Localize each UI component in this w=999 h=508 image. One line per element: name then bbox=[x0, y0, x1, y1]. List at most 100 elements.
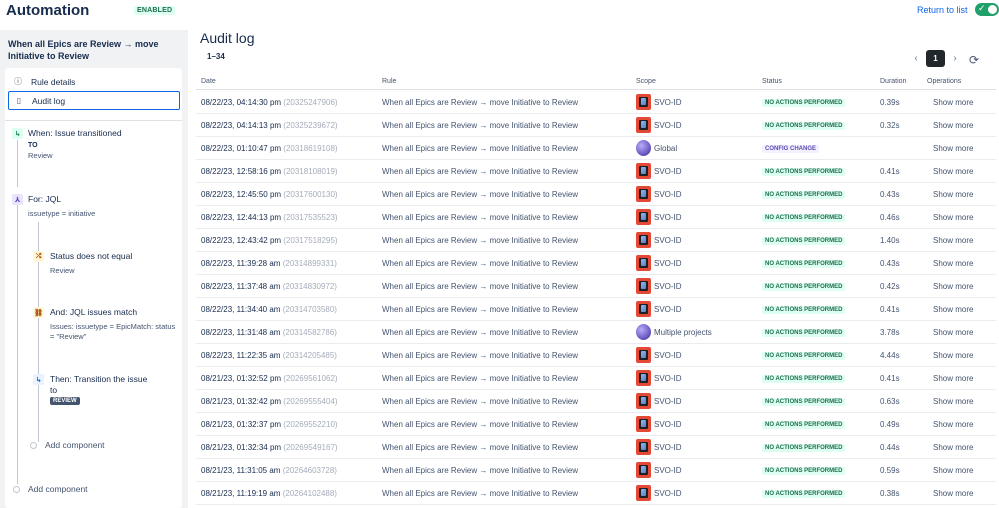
chevron-left-icon[interactable]: ‹ bbox=[910, 53, 922, 64]
nav-audit-log-label: Audit log bbox=[32, 95, 66, 106]
row-execution-id: (20317600130) bbox=[283, 190, 338, 199]
row-scope: SVO-ID bbox=[636, 370, 682, 386]
connector-line bbox=[17, 140, 18, 187]
project-avatar-icon bbox=[636, 301, 651, 317]
column-scope: Scope bbox=[636, 78, 656, 85]
show-more-link[interactable]: Show more bbox=[933, 236, 973, 245]
row-scope-label: SVO-ID bbox=[654, 235, 682, 245]
row-date: 08/22/23, 04:14:13 pm (20325239672) bbox=[201, 121, 338, 130]
rule-enabled-toggle[interactable]: ✓ bbox=[975, 3, 999, 16]
column-duration: Duration bbox=[880, 78, 907, 85]
pagination: ‹ 1 › bbox=[910, 50, 961, 67]
show-more-link[interactable]: Show more bbox=[933, 121, 973, 130]
row-status: NO ACTIONS PERFORMED bbox=[762, 327, 846, 337]
row-execution-id: (20314703580) bbox=[282, 305, 337, 314]
row-rule: When all Epics are Review → move Initiat… bbox=[382, 144, 579, 153]
row-scope: SVO-ID bbox=[636, 485, 682, 501]
row-status: NO ACTIONS PERFORMED bbox=[762, 281, 846, 291]
row-duration: 0.46s bbox=[880, 213, 900, 222]
row-date: 08/21/23, 01:32:34 pm (20269549167) bbox=[201, 443, 338, 452]
transition-icon: ↳ bbox=[12, 128, 23, 139]
main-content: Audit log 1–34 ‹ 1 › ⟳ Date Rule Scope S… bbox=[196, 30, 996, 508]
status-lozenge: NO ACTIONS PERFORMED bbox=[762, 283, 846, 291]
row-scope: SVO-ID bbox=[636, 347, 682, 363]
add-dot-icon bbox=[30, 442, 37, 449]
project-avatar-icon bbox=[636, 94, 651, 110]
row-execution-id: (20314899331) bbox=[282, 259, 337, 268]
row-status: NO ACTIONS PERFORMED bbox=[762, 258, 846, 268]
show-more-link[interactable]: Show more bbox=[933, 397, 973, 406]
show-more-link[interactable]: Show more bbox=[933, 305, 973, 314]
status-lozenge: NO ACTIONS PERFORMED bbox=[762, 168, 846, 176]
row-date: 08/22/23, 12:44:13 pm (20317535523) bbox=[201, 213, 338, 222]
row-date: 08/21/23, 01:32:42 pm (20269555404) bbox=[201, 397, 338, 406]
show-more-link[interactable]: Show more bbox=[933, 213, 973, 222]
show-more-link[interactable]: Show more bbox=[933, 328, 973, 337]
show-more-link[interactable]: Show more bbox=[933, 167, 973, 176]
info-icon: ⓘ bbox=[14, 77, 22, 86]
table-row: 08/21/23, 01:32:37 pm (20269552210) When … bbox=[196, 413, 996, 436]
status-lozenge: NO ACTIONS PERFORMED bbox=[762, 467, 846, 475]
divider bbox=[5, 120, 182, 121]
row-duration: 0.41s bbox=[880, 305, 900, 314]
row-rule: When all Epics are Review → move Initiat… bbox=[382, 213, 579, 222]
row-scope-label: SVO-ID bbox=[654, 442, 682, 452]
row-rule: When all Epics are Review → move Initiat… bbox=[382, 236, 579, 245]
row-status: CONFIG CHANGE bbox=[762, 143, 819, 153]
row-scope: SVO-ID bbox=[636, 94, 682, 110]
branch-icon: ⅄ bbox=[12, 194, 23, 205]
row-rule: When all Epics are Review → move Initiat… bbox=[382, 466, 579, 475]
row-date: 08/21/23, 11:31:05 am (20264603728) bbox=[201, 466, 337, 475]
refresh-icon[interactable]: ⟳ bbox=[969, 53, 979, 67]
branch-query: issuetype = initiative bbox=[28, 209, 96, 218]
status-lozenge: NO ACTIONS PERFORMED bbox=[762, 191, 846, 199]
nav-rule-details[interactable]: ⓘ Rule details bbox=[8, 72, 180, 91]
row-scope: SVO-ID bbox=[636, 301, 682, 317]
row-execution-id: (20325239672) bbox=[283, 121, 338, 130]
nav-audit-log[interactable]: ▯ Audit log bbox=[8, 91, 180, 110]
app-title: Automation bbox=[6, 2, 90, 19]
condition-status-title: Status does not equal bbox=[50, 251, 133, 261]
row-scope-label: SVO-ID bbox=[654, 120, 682, 130]
row-date-value: 08/22/23, 12:45:50 pm bbox=[201, 190, 282, 199]
show-more-link[interactable]: Show more bbox=[933, 374, 973, 383]
row-duration: 0.43s bbox=[880, 190, 900, 199]
add-component-inner[interactable]: Add component bbox=[45, 440, 105, 451]
project-avatar-icon bbox=[636, 278, 651, 294]
show-more-link[interactable]: Show more bbox=[933, 420, 973, 429]
show-more-link[interactable]: Show more bbox=[933, 282, 973, 291]
document-icon: ▯ bbox=[16, 96, 22, 105]
row-status: NO ACTIONS PERFORMED bbox=[762, 120, 846, 130]
row-date-value: 08/22/23, 11:37:48 am bbox=[201, 282, 281, 291]
row-duration: 0.42s bbox=[880, 282, 900, 291]
show-more-link[interactable]: Show more bbox=[933, 443, 973, 452]
show-more-link[interactable]: Show more bbox=[933, 466, 973, 475]
row-status: NO ACTIONS PERFORMED bbox=[762, 212, 846, 222]
row-date-value: 08/22/23, 11:31:48 am bbox=[201, 328, 281, 337]
show-more-link[interactable]: Show more bbox=[933, 351, 973, 360]
row-rule: When all Epics are Review → move Initiat… bbox=[382, 167, 579, 176]
return-to-list-link[interactable]: Return to list bbox=[917, 5, 968, 15]
show-more-link[interactable]: Show more bbox=[933, 489, 973, 498]
row-rule: When all Epics are Review → move Initiat… bbox=[382, 190, 579, 199]
row-duration: 0.41s bbox=[880, 374, 900, 383]
show-more-link[interactable]: Show more bbox=[933, 98, 973, 107]
page-button-current[interactable]: 1 bbox=[926, 50, 945, 67]
show-more-link[interactable]: Show more bbox=[933, 190, 973, 199]
row-scope: SVO-ID bbox=[636, 439, 682, 455]
chevron-right-icon[interactable]: › bbox=[949, 53, 961, 64]
project-avatar-icon bbox=[636, 209, 651, 225]
row-scope-label: SVO-ID bbox=[654, 166, 682, 176]
show-more-link[interactable]: Show more bbox=[933, 144, 973, 153]
action-title-line2: to bbox=[50, 385, 58, 395]
row-scope-label: SVO-ID bbox=[654, 396, 682, 406]
row-scope: SVO-ID bbox=[636, 416, 682, 432]
row-scope: Multiple projects bbox=[636, 324, 712, 340]
row-duration: 0.49s bbox=[880, 420, 900, 429]
add-component-outer[interactable]: Add component bbox=[28, 484, 88, 495]
row-rule: When all Epics are Review → move Initiat… bbox=[382, 489, 579, 498]
row-date: 08/22/23, 12:43:42 pm (20317518295) bbox=[201, 236, 338, 245]
row-date: 08/22/23, 04:14:30 pm (20325247906) bbox=[201, 98, 338, 107]
show-more-link[interactable]: Show more bbox=[933, 259, 973, 268]
row-scope-label: SVO-ID bbox=[654, 212, 682, 222]
